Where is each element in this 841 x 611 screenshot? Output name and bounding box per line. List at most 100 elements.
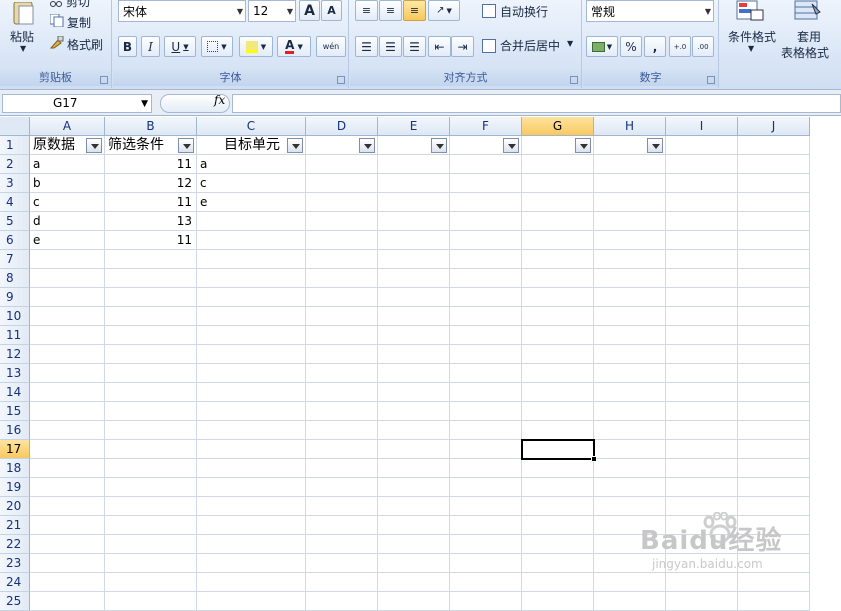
number-format-dropdown-icon[interactable]: ▼ [705, 7, 711, 16]
cell-h6[interactable] [594, 231, 666, 250]
cell-h12[interactable] [594, 345, 666, 364]
cell-h5[interactable] [594, 212, 666, 231]
cell-b5[interactable]: 13 [105, 212, 197, 231]
cell-b21[interactable] [105, 516, 197, 535]
cell-b17[interactable] [105, 440, 197, 459]
filter-dropdown-d-icon[interactable] [359, 138, 375, 153]
cell-e18[interactable] [378, 459, 450, 478]
cell-j7[interactable] [738, 250, 810, 269]
wrap-text-button[interactable]: 自动换行 [500, 3, 548, 20]
cell-j6[interactable] [738, 231, 810, 250]
cell-c21[interactable] [197, 516, 306, 535]
column-header-c[interactable]: C [197, 117, 306, 136]
cell-c22[interactable] [197, 535, 306, 554]
cell-e14[interactable] [378, 383, 450, 402]
row-header-15[interactable]: 15 [0, 402, 30, 421]
cell-d16[interactable] [306, 421, 378, 440]
cell-b24[interactable] [105, 573, 197, 592]
row-header-23[interactable]: 23 [0, 554, 30, 573]
row-header-3[interactable]: 3 [0, 174, 30, 193]
fill-color-dropdown-icon[interactable]: ▼ [261, 43, 266, 51]
cell-a25[interactable] [30, 592, 105, 611]
cell-e13[interactable] [378, 364, 450, 383]
cell-c3[interactable]: c [197, 174, 306, 193]
cell-j12[interactable] [738, 345, 810, 364]
cell-e10[interactable] [378, 307, 450, 326]
cell-j18[interactable] [738, 459, 810, 478]
cell-g23[interactable] [522, 554, 594, 573]
cell-b13[interactable] [105, 364, 197, 383]
cell-j5[interactable] [738, 212, 810, 231]
cell-c11[interactable] [197, 326, 306, 345]
copy-icon[interactable] [49, 13, 64, 28]
cell-e25[interactable] [378, 592, 450, 611]
cell-c5[interactable] [197, 212, 306, 231]
cell-c17[interactable] [197, 440, 306, 459]
shrink-font-button[interactable]: A [321, 0, 342, 21]
cell-i5[interactable] [666, 212, 738, 231]
cell-d20[interactable] [306, 497, 378, 516]
font-name-dropdown-icon[interactable]: ▼ [237, 7, 243, 16]
cell-g13[interactable] [522, 364, 594, 383]
cell-i25[interactable] [666, 592, 738, 611]
cell-i15[interactable] [666, 402, 738, 421]
align-center-button[interactable]: ☰ [379, 36, 402, 57]
cell-g7[interactable] [522, 250, 594, 269]
align-middle-button[interactable]: ≡ [379, 0, 402, 21]
cell-g2[interactable] [522, 155, 594, 174]
cell-f4[interactable] [450, 193, 522, 212]
cell-h25[interactable] [594, 592, 666, 611]
cell-d4[interactable] [306, 193, 378, 212]
row-header-21[interactable]: 21 [0, 516, 30, 535]
cell-h19[interactable] [594, 478, 666, 497]
cell-a24[interactable] [30, 573, 105, 592]
row-header-4[interactable]: 4 [0, 193, 30, 212]
cell-a14[interactable] [30, 383, 105, 402]
conditional-format-dropdown-icon[interactable]: ▼ [748, 44, 754, 53]
cell-e20[interactable] [378, 497, 450, 516]
row-header-20[interactable]: 20 [0, 497, 30, 516]
cell-j8[interactable] [738, 269, 810, 288]
font-name-combo[interactable]: 宋体 ▼ [118, 0, 246, 22]
cell-e7[interactable] [378, 250, 450, 269]
cell-a18[interactable] [30, 459, 105, 478]
format-painter-button[interactable]: 格式刷 [67, 36, 103, 53]
cell-i2[interactable] [666, 155, 738, 174]
font-size-combo[interactable]: 12 ▼ [248, 0, 296, 22]
cell-j2[interactable] [738, 155, 810, 174]
row-header-19[interactable]: 19 [0, 478, 30, 497]
table-format-line2[interactable]: 表格格式 [781, 44, 829, 61]
cell-f22[interactable] [450, 535, 522, 554]
cell-g18[interactable] [522, 459, 594, 478]
align-left-button[interactable]: ☰ [355, 36, 378, 57]
cell-f23[interactable] [450, 554, 522, 573]
cell-d19[interactable] [306, 478, 378, 497]
cell-c12[interactable] [197, 345, 306, 364]
cell-h7[interactable] [594, 250, 666, 269]
cell-f10[interactable] [450, 307, 522, 326]
cell-h24[interactable] [594, 573, 666, 592]
cell-e21[interactable] [378, 516, 450, 535]
cell-j11[interactable] [738, 326, 810, 345]
cell-d10[interactable] [306, 307, 378, 326]
cell-g21[interactable] [522, 516, 594, 535]
cell-g25[interactable] [522, 592, 594, 611]
merge-center-button[interactable]: 合并后居中 [500, 37, 560, 54]
cell-c15[interactable] [197, 402, 306, 421]
row-header-25[interactable]: 25 [0, 592, 30, 611]
merge-center-dropdown-icon[interactable]: ▼ [567, 39, 573, 48]
cell-i4[interactable] [666, 193, 738, 212]
cell-b9[interactable] [105, 288, 197, 307]
filter-dropdown-g-icon[interactable] [575, 138, 591, 153]
row-header-9[interactable]: 9 [0, 288, 30, 307]
cell-g16[interactable] [522, 421, 594, 440]
cell-c18[interactable] [197, 459, 306, 478]
cell-b22[interactable] [105, 535, 197, 554]
cell-a12[interactable] [30, 345, 105, 364]
cell-f7[interactable] [450, 250, 522, 269]
cell-f2[interactable] [450, 155, 522, 174]
cell-h10[interactable] [594, 307, 666, 326]
cell-d15[interactable] [306, 402, 378, 421]
font-color-button[interactable]: A ▼ [277, 36, 311, 57]
row-header-17[interactable]: 17 [0, 440, 30, 459]
